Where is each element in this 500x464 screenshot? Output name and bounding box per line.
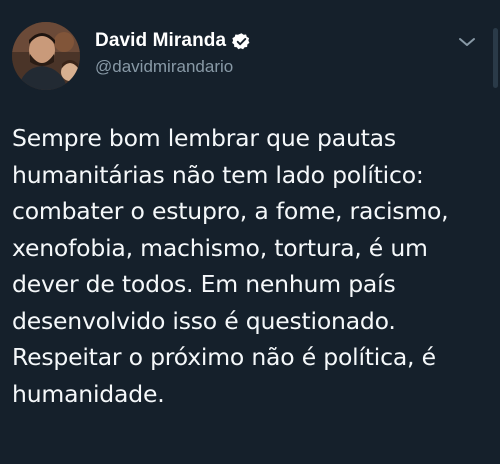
tweet-text-line: combater o estupro, a fome, racismo, xyxy=(12,197,449,225)
tweet-text-line: xenofobia, machismo, tortura, é um xyxy=(12,233,428,262)
author-avatar[interactable] xyxy=(12,22,80,90)
tweet-text-line: humanitárias não tem lado político: xyxy=(12,160,424,189)
tweet-text-line: Sempre bom lembrar que pautas xyxy=(12,124,396,152)
tweet-text-line: desenvolvido isso é questionado. xyxy=(12,306,396,335)
tweet-text-line: humanidade. xyxy=(12,379,165,408)
author-display-name[interactable]: David Miranda xyxy=(95,30,226,52)
tweet-text-line: dever de todos. Em nenhum país xyxy=(12,270,396,298)
tweet-text: Sempre bom lembrar que pautas humanitári… xyxy=(12,120,482,412)
verified-badge-icon xyxy=(232,32,251,51)
author-handle[interactable]: @davidmirandario xyxy=(95,57,233,77)
chevron-down-icon[interactable] xyxy=(456,34,478,50)
tweet-card: David Miranda @davidmirandario Sempre bo… xyxy=(0,0,500,464)
author-name-row: David Miranda xyxy=(95,30,251,52)
scrollbar[interactable] xyxy=(493,28,498,88)
avatar-photo-icon xyxy=(12,22,80,90)
tweet-text-line: Respeitar o próximo não é política, é xyxy=(12,343,436,371)
